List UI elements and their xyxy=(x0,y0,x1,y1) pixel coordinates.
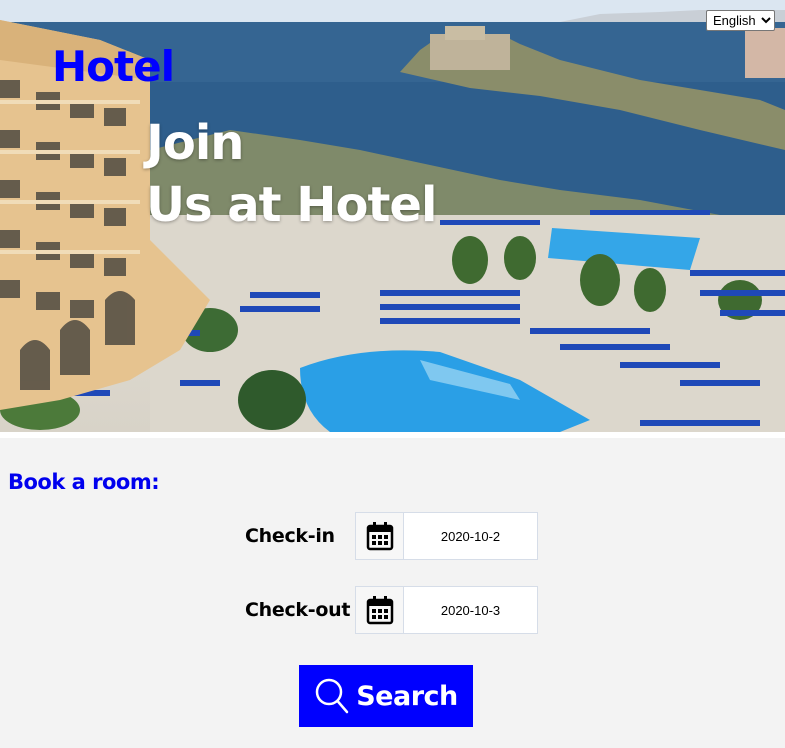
language-select[interactable]: English xyxy=(706,10,775,31)
hero-headline-line-1: Join xyxy=(146,115,244,171)
checkin-calendar-button[interactable] xyxy=(356,513,404,559)
checkin-date-value[interactable]: 2020-10-2 xyxy=(404,513,537,559)
calendar-icon xyxy=(366,596,393,625)
checkout-calendar-button[interactable] xyxy=(356,587,404,633)
search-button-label: Search xyxy=(356,680,458,712)
checkout-label: Check-out xyxy=(245,599,351,621)
booking-title: Book a room: xyxy=(8,470,160,494)
checkout-date-field[interactable]: 2020-10-3 xyxy=(355,586,538,634)
section-divider xyxy=(0,432,785,438)
brand-logo-text[interactable]: Hotel xyxy=(52,42,175,91)
hero-banner: English Hotel Join Us at Hotel xyxy=(0,0,785,432)
search-icon xyxy=(315,678,349,714)
search-button[interactable]: Search xyxy=(299,665,473,727)
checkout-row: Check-out 2020-10-3 xyxy=(245,586,538,634)
checkout-date-value[interactable]: 2020-10-3 xyxy=(404,587,537,633)
calendar-icon xyxy=(366,522,393,551)
checkin-date-field[interactable]: 2020-10-2 xyxy=(355,512,538,560)
hero-headline: Join Us at Hotel xyxy=(146,112,437,236)
hero-headline-line-2: Us at Hotel xyxy=(146,177,437,233)
checkin-label: Check-in xyxy=(245,525,335,547)
checkin-row: Check-in 2020-10-2 xyxy=(245,512,538,560)
